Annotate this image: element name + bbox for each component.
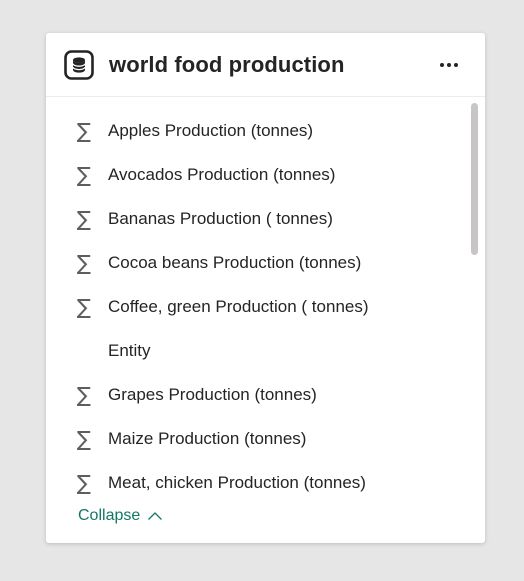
- field-label: Meat, chicken Production (tonnes): [108, 473, 366, 492]
- more-options-dot: [447, 62, 451, 67]
- field-item-bananas-production[interactable]: ∑ Bananas Production ( tonnes): [46, 197, 485, 241]
- field-label: Cocoa beans Production (tonnes): [108, 253, 362, 272]
- sigma-icon: ∑: [76, 206, 92, 231]
- table-header: world food production: [46, 33, 485, 97]
- field-item-maize-production[interactable]: ∑ Maize Production (tonnes): [46, 417, 485, 461]
- more-options-dot: [454, 62, 458, 67]
- field-item-grapes-production[interactable]: ∑ Grapes Production (tonnes): [46, 373, 485, 417]
- sigma-icon: ∑: [76, 294, 92, 319]
- field-label: Coffee, green Production ( tonnes): [108, 297, 369, 316]
- field-list: ∑ Apples Production (tonnes) ∑ Avocados …: [46, 109, 485, 505]
- field-label: Entity: [108, 341, 151, 360]
- field-label: Avocados Production (tonnes): [108, 165, 336, 184]
- field-item-avocados-production[interactable]: ∑ Avocados Production (tonnes): [46, 153, 485, 197]
- field-label: Maize Production (tonnes): [108, 429, 307, 448]
- table-card: world food production ∑ Apples Productio…: [46, 33, 485, 543]
- field-label: Apples Production (tonnes): [108, 121, 314, 140]
- sigma-icon: ∑: [76, 426, 92, 451]
- chevron-up-icon: [148, 512, 163, 520]
- field-item-entity[interactable]: Entity: [46, 329, 485, 373]
- database-icon: [64, 49, 94, 80]
- more-options-icon: [440, 62, 444, 67]
- sigma-icon: ∑: [76, 382, 92, 407]
- scrollbar-thumb[interactable]: [471, 103, 478, 255]
- field-label: Bananas Production ( tonnes): [108, 209, 333, 228]
- field-item-meat-chicken-production[interactable]: ∑ Meat, chicken Production (tonnes): [46, 461, 485, 505]
- sigma-icon: ∑: [76, 118, 92, 143]
- more-options-button[interactable]: [435, 53, 463, 77]
- scrollbar-track: [471, 103, 478, 483]
- field-item-coffee-green-production[interactable]: ∑ Coffee, green Production ( tonnes): [46, 285, 485, 329]
- sigma-icon: ∑: [76, 250, 92, 275]
- field-item-apples-production[interactable]: ∑ Apples Production (tonnes): [46, 109, 485, 153]
- field-item-cocoa-beans-production[interactable]: ∑ Cocoa beans Production (tonnes): [46, 241, 485, 285]
- sigma-icon: ∑: [76, 162, 92, 187]
- table-title: world food production: [109, 51, 345, 77]
- field-label: Grapes Production (tonnes): [108, 385, 317, 404]
- collapse-button[interactable]: Collapse: [78, 507, 163, 525]
- collapse-label: Collapse: [78, 507, 141, 524]
- sigma-icon: ∑: [76, 470, 92, 495]
